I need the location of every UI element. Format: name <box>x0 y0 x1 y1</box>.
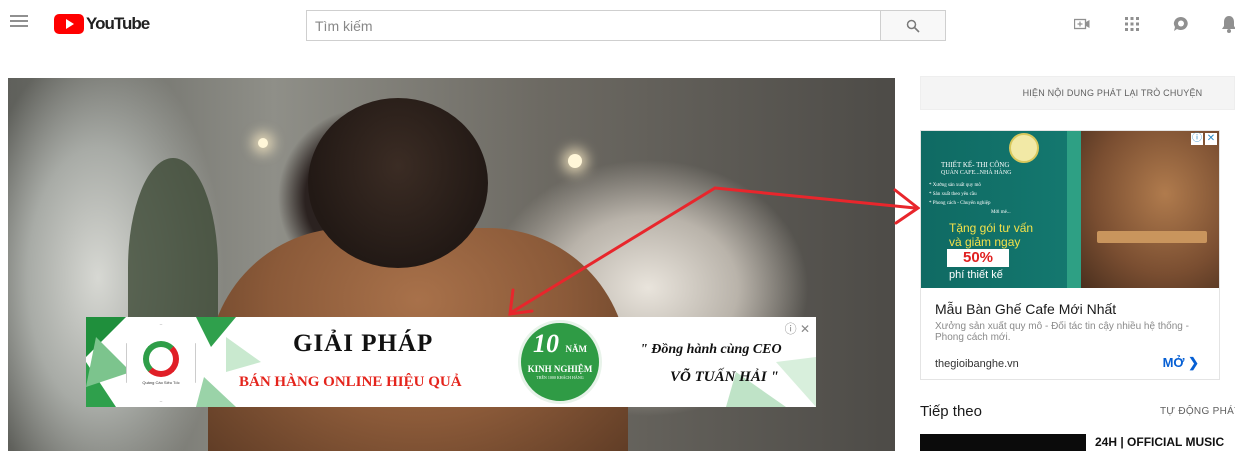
badge-unit: NĂM <box>565 344 588 354</box>
ad-image-heading1: THIẾT KẾ- THI CÔNG <box>941 161 1010 169</box>
apps-grid-icon[interactable] <box>1120 12 1144 36</box>
ad-image-discount: 50% <box>947 249 1009 267</box>
sidebar-ad-domain[interactable]: thegioibanghe.vn <box>935 358 1019 370</box>
autoplay-toggle-label[interactable]: TỰ ĐỘNG PHÁT <box>1160 406 1235 417</box>
video-frame-lamp <box>258 138 268 148</box>
ad-logo-caption: Quảng Cáo Siêu Tốc <box>142 380 180 385</box>
brand-swirl-icon <box>143 341 179 377</box>
youtube-watch-page: YouTube Tìm kiếm Quảng Cáo Siêu Tốc GIẢI… <box>0 0 1235 451</box>
sidebar-ad-description: Xưởng sản xuất quy mô - Đối tác tin cậy … <box>935 321 1189 343</box>
ad-image-room <box>1081 131 1219 288</box>
search-input[interactable] <box>306 10 880 41</box>
masthead: YouTube <box>0 0 1235 52</box>
youtube-logo[interactable]: YouTube <box>54 13 150 35</box>
search-button[interactable] <box>880 10 946 41</box>
chat-replay-label: HIỆN NỘI DUNG PHÁT LẠI TRÒ CHUYỆN <box>1022 88 1203 98</box>
menu-icon[interactable] <box>8 12 30 34</box>
ad-image-table <box>1097 231 1207 243</box>
next-video-thumbnail[interactable] <box>920 434 1086 451</box>
logo-text: YouTube <box>86 14 150 33</box>
sidebar-ad-open-button[interactable]: MỞ ❯ <box>1163 355 1199 371</box>
search-icon <box>906 19 920 33</box>
next-video-title[interactable]: 24H | OFFICIAL MUSIC <box>1095 435 1224 449</box>
badge-number: 10 NĂM <box>521 331 599 362</box>
sidebar-ad-image: THIẾT KẾ- THI CÔNG QUÁN CAFE...NHÀ HÀNG … <box>921 131 1219 288</box>
adchoices-button[interactable]: ⓘ ✕ <box>1191 133 1217 145</box>
badge-text: KINH NGHIỆM <box>527 364 593 374</box>
ad-image-bullet3: * Phong cách - Chuyên nghiệp <box>929 201 991 206</box>
adchoices-icon: ⓘ <box>1191 133 1203 145</box>
ad-subtitle: BÁN HÀNG ONLINE HIỆU QUẢ <box>239 374 462 390</box>
video-camera-icon[interactable] <box>1070 12 1094 36</box>
ad-image-promo3: phí thiết kế <box>949 269 1003 281</box>
ad-title: GIẢI PHÁP <box>293 330 434 357</box>
bell-icon[interactable] <box>1217 12 1235 36</box>
ad-experience-badge: 10 NĂM KINH NGHIỆM TRÊN 1000 KHÁCH HÀNG <box>518 320 602 404</box>
ad-image-promo1: Tặng gói tư vấn <box>949 221 1034 235</box>
ad-close-button[interactable]: ⓘ ✕ <box>785 320 810 337</box>
video-frame-lamp <box>568 154 582 168</box>
sidebar-ad-title[interactable]: Mẫu Bàn Ghế Cafe Mới Nhất <box>935 301 1116 317</box>
ad-image-band <box>1067 131 1081 288</box>
close-icon: ✕ <box>1205 133 1217 145</box>
ad-image-bullet2: * Sản xuất theo yêu cầu <box>929 192 977 197</box>
show-chat-replay-button[interactable]: HIỆN NỘI DUNG PHÁT LẠI TRÒ CHUYỆN <box>920 76 1235 110</box>
ad-quote-line1: " Đồng hành cùng CEO <box>640 342 782 357</box>
ad-image-heading2: QUÁN CAFE...NHÀ HÀNG <box>941 170 1012 176</box>
badge-number-value: 10 <box>533 329 559 358</box>
sidebar-display-ad[interactable]: THIẾT KẾ- THI CÔNG QUÁN CAFE...NHÀ HÀNG … <box>920 130 1220 380</box>
ad-image-logo <box>1009 133 1039 163</box>
overlay-ad-banner[interactable]: Quảng Cáo Siêu Tốc GIẢI PHÁP BÁN HÀNG ON… <box>86 317 816 407</box>
search-bar <box>306 10 946 41</box>
badge-small-text: TRÊN 1000 KHÁCH HÀNG <box>536 375 584 380</box>
play-logo-icon <box>54 14 84 34</box>
video-frame-person-head <box>308 98 488 268</box>
up-next-heading: Tiếp theo <box>920 403 982 420</box>
ad-image-promo2: và giảm ngay <box>949 235 1021 249</box>
messages-icon[interactable] <box>1169 12 1193 36</box>
ad-image-bullet4: Mới mẻ... <box>991 210 1011 215</box>
ad-quote-line2: VÕ TUẤN HẢI " <box>670 369 779 385</box>
ad-image-bullet1: * Xưởng sản xuất quy mô <box>929 183 981 188</box>
